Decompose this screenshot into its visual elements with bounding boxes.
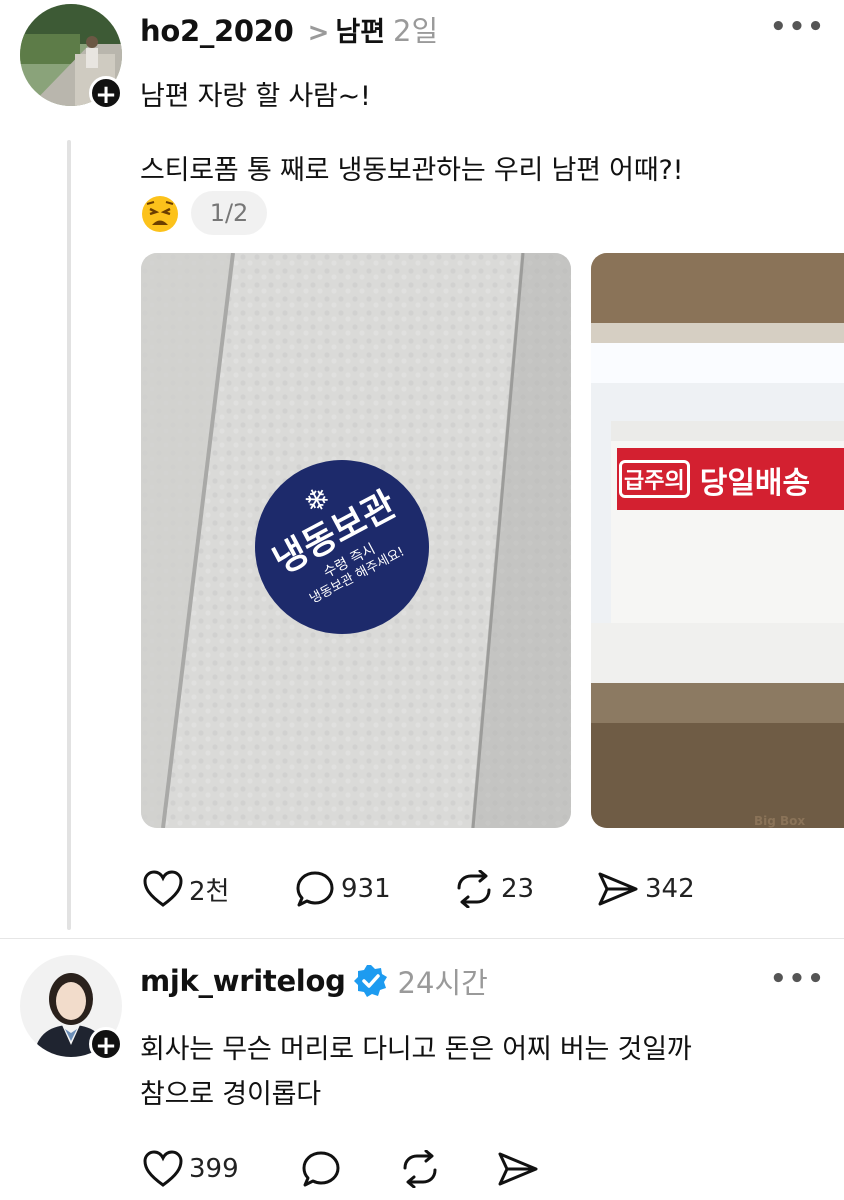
follow-plus-icon[interactable]: + xyxy=(89,76,123,110)
heart-icon xyxy=(143,870,183,907)
quoted-text: 스티로폼 통 째로 냉동보관하는 우리 남편 어때?! xyxy=(140,155,684,186)
heart-icon xyxy=(143,1150,183,1187)
share-count: 342 xyxy=(645,874,695,904)
post-text: 남편 자랑 할 사람~! xyxy=(140,81,371,112)
tape-text-left: 급주의 xyxy=(619,460,690,498)
comment-bubble-icon xyxy=(296,871,334,907)
comment-header: mjk_writelog 24시간 xyxy=(140,960,488,1002)
chevron-right-icon: > xyxy=(307,18,330,48)
comment-bubble-icon xyxy=(302,1151,340,1187)
share-button[interactable] xyxy=(497,1150,545,1188)
post-header: ho2_2020 > 남편 2일 xyxy=(140,8,438,50)
share-button[interactable]: 342 xyxy=(597,870,695,908)
send-icon xyxy=(498,1152,538,1186)
like-count: 399 xyxy=(189,1154,239,1184)
send-icon xyxy=(598,872,638,906)
tape-text-right: 당일배송 xyxy=(699,466,811,501)
like-button[interactable]: 399 xyxy=(143,1150,239,1188)
divider xyxy=(0,938,844,939)
username[interactable]: mjk_writelog xyxy=(140,964,346,998)
repost-button[interactable]: 23 xyxy=(453,870,534,908)
comment-text-line1: 회사는 무슨 머리로 다니고 돈은 어찌 버는 것일까 xyxy=(140,1034,692,1065)
verified-badge-icon xyxy=(353,965,387,997)
like-count: 2천 xyxy=(189,876,230,907)
like-button[interactable]: 2천 xyxy=(143,870,229,908)
comment-text-line2: 참으로 경이롭다 xyxy=(140,1079,321,1110)
username[interactable]: ho2_2020 xyxy=(140,14,294,48)
repost-icon xyxy=(457,870,491,908)
image-counter: 1/2 xyxy=(191,191,267,235)
repost-count: 23 xyxy=(501,874,535,904)
more-dots-icon[interactable]: ••• xyxy=(770,964,826,994)
thread-line xyxy=(67,140,71,930)
comment-count: 931 xyxy=(341,874,391,904)
comment-button[interactable] xyxy=(301,1150,347,1188)
repost-icon xyxy=(403,1150,437,1188)
delivery-tape: 급주의 당일배송 xyxy=(617,448,844,510)
more-dots-icon[interactable]: ••• xyxy=(770,12,826,42)
weary-face-emoji xyxy=(140,194,180,234)
reply-topic[interactable]: 남편 xyxy=(335,10,385,49)
comment-button[interactable]: 931 xyxy=(295,870,391,908)
follow-plus-icon[interactable]: + xyxy=(89,1027,123,1061)
repost-button[interactable] xyxy=(399,1150,447,1188)
image-watermark: Big Box xyxy=(754,814,806,828)
post-time: 2일 xyxy=(393,14,439,48)
comment-time: 24시간 xyxy=(397,966,488,1000)
post-image-2[interactable] xyxy=(591,253,844,828)
